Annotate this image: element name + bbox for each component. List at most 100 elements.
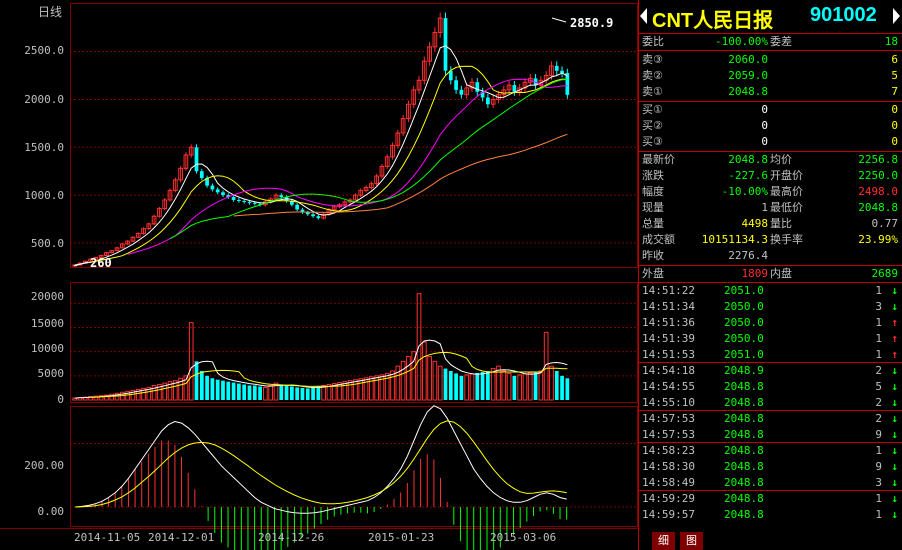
candle-body [221, 192, 225, 196]
down-arrow-icon: ↓ [891, 412, 898, 425]
tick-row[interactable]: 14:54:18 2048.9 2 ↓ [638, 363, 902, 379]
volume-tick-10000: 10000 [31, 342, 64, 355]
stat-label: 总量 [642, 217, 664, 230]
tick-row[interactable]: 14:58:49 2048.8 3 ↓ [638, 475, 902, 491]
sell-2-price: 2059.0 [728, 69, 768, 82]
tick-time: 14:51:36 [642, 316, 695, 329]
volume-bar [432, 360, 438, 401]
tick-row[interactable]: 14:57:53 2048.8 2 ↓ [638, 411, 902, 427]
stat-row: 最新价 2048.8 均价 2256.8 [638, 152, 902, 168]
tick-price: 2048.8 [724, 380, 764, 393]
tick-volume: 2 [875, 364, 882, 377]
stock-chart[interactable]: 日线 2500.0 2000.0 1500.0 1000.0 500.0 200… [0, 0, 638, 550]
stat-value: 4498 [741, 217, 769, 230]
tick-row[interactable]: 14:51:53 2051.0 1 ↑ [638, 347, 902, 363]
next-stock-arrow-icon[interactable] [893, 8, 900, 24]
grid-lines [70, 51, 637, 508]
tick-row[interactable]: 14:54:55 2048.8 5 ↓ [638, 379, 902, 395]
sell-2-label: 卖② [642, 69, 663, 82]
tick-time: 14:55:10 [642, 396, 695, 409]
buy-2-row[interactable]: 买② 0 0 [638, 118, 902, 134]
tick-row[interactable]: 14:55:10 2048.8 2 ↓ [638, 395, 902, 411]
tick-price: 2051.0 [724, 348, 764, 361]
ma60-line [233, 133, 568, 217]
tick-volume: 9 [875, 428, 882, 441]
outer-inner-row: 外盘 1809 内盘 2689 [638, 266, 902, 282]
volume-bar [358, 378, 364, 401]
volume-bar [560, 375, 564, 400]
stat-row: 幅度 -10.00% 最高价 2498.0 [638, 184, 902, 200]
volume-bar [221, 380, 225, 400]
candle-body [194, 147, 199, 172]
date-tick-4: 2015-01-23 [368, 531, 434, 544]
price-tick-1500: 1500.0 [24, 141, 64, 154]
volume-bar [464, 374, 470, 401]
volume-ma5-line [74, 339, 568, 399]
sell-1-row[interactable]: 卖① 2048.8 7 [638, 84, 902, 100]
sell-3-row[interactable]: 卖③ 2060.0 6 [638, 52, 902, 68]
volume-bar [353, 379, 358, 401]
sell-1-label: 卖① [642, 85, 663, 98]
tick-row[interactable]: 14:59:29 2048.8 1 ↓ [638, 491, 902, 507]
weicha-value: 18 [884, 35, 898, 48]
candle-body [252, 202, 257, 204]
volume-bar [290, 386, 294, 400]
buy-3-volume: 0 [891, 135, 898, 148]
period-label: 日线 [38, 5, 62, 19]
waipan-label: 外盘 [642, 267, 664, 280]
buy-3-row[interactable]: 买③ 0 0 [638, 134, 902, 150]
stat-label: 现量 [642, 201, 664, 214]
buy-1-row[interactable]: 买① 0 0 [638, 102, 902, 118]
down-arrow-icon: ↓ [891, 476, 898, 489]
tick-row[interactable]: 14:51:22 2051.0 1 ↓ [638, 283, 902, 299]
tab-detail[interactable]: 细 [652, 532, 675, 550]
tick-row[interactable]: 14:58:30 2048.8 9 ↓ [638, 459, 902, 475]
tick-time: 14:51:34 [642, 300, 695, 313]
tick-price: 2051.0 [724, 284, 764, 297]
stock-name: CNT人民日报 [652, 10, 774, 32]
stat-value: -227.6 [728, 169, 768, 182]
volume-bar [305, 388, 310, 400]
tick-time: 14:51:22 [642, 284, 695, 297]
tick-time: 14:58:30 [642, 460, 695, 473]
volume-bar [279, 384, 284, 400]
neipan-value: 2689 [871, 267, 899, 280]
down-arrow-icon: ↓ [891, 364, 898, 377]
tick-volume: 9 [875, 460, 882, 473]
candle-body [295, 204, 300, 210]
volume-bar [496, 365, 501, 401]
tick-row[interactable]: 14:57:53 2048.8 9 ↓ [638, 427, 902, 443]
candle-body [279, 195, 284, 198]
candle-body [443, 18, 448, 71]
volume-bar [237, 383, 241, 400]
volume-bar [443, 368, 448, 400]
tick-time: 14:54:18 [642, 364, 695, 377]
candle-body [305, 212, 310, 215]
volume-bar [300, 387, 305, 400]
tick-row[interactable]: 14:51:39 2050.0 1 ↑ [638, 331, 902, 347]
candle-body [231, 197, 236, 200]
sell-3-volume: 6 [891, 53, 898, 66]
tick-price: 2048.9 [724, 364, 764, 377]
price-pane-frame [70, 3, 638, 268]
tick-row[interactable]: 14:51:34 2050.0 3 ↓ [638, 299, 902, 315]
volume-bar [454, 373, 458, 400]
tick-price: 2048.8 [724, 428, 764, 441]
volume-bar [268, 385, 274, 401]
tab-chart[interactable]: 图 [680, 532, 703, 550]
sell-2-volume: 5 [891, 69, 898, 82]
buy-2-label: 买② [642, 119, 663, 132]
tick-row[interactable]: 14:58:23 2048.8 1 ↓ [638, 443, 902, 459]
tick-time: 14:59:57 [642, 508, 695, 521]
tick-time: 14:51:39 [642, 332, 695, 345]
sell-2-row[interactable]: 卖② 2059.0 5 [638, 68, 902, 84]
volume-bar [512, 375, 517, 400]
volume-bar [517, 374, 523, 401]
tick-row[interactable]: 14:51:36 2050.0 1 ↑ [638, 315, 902, 331]
candle-body [512, 85, 517, 92]
stat-row: 总量 4498 量比 0.77 [638, 216, 902, 232]
tick-volume: 3 [875, 476, 882, 489]
prev-stock-arrow-icon[interactable] [640, 8, 647, 24]
date-tick-2: 2014-12-01 [148, 531, 214, 544]
tick-row[interactable]: 14:59:57 2048.8 1 ↓ [638, 507, 902, 523]
